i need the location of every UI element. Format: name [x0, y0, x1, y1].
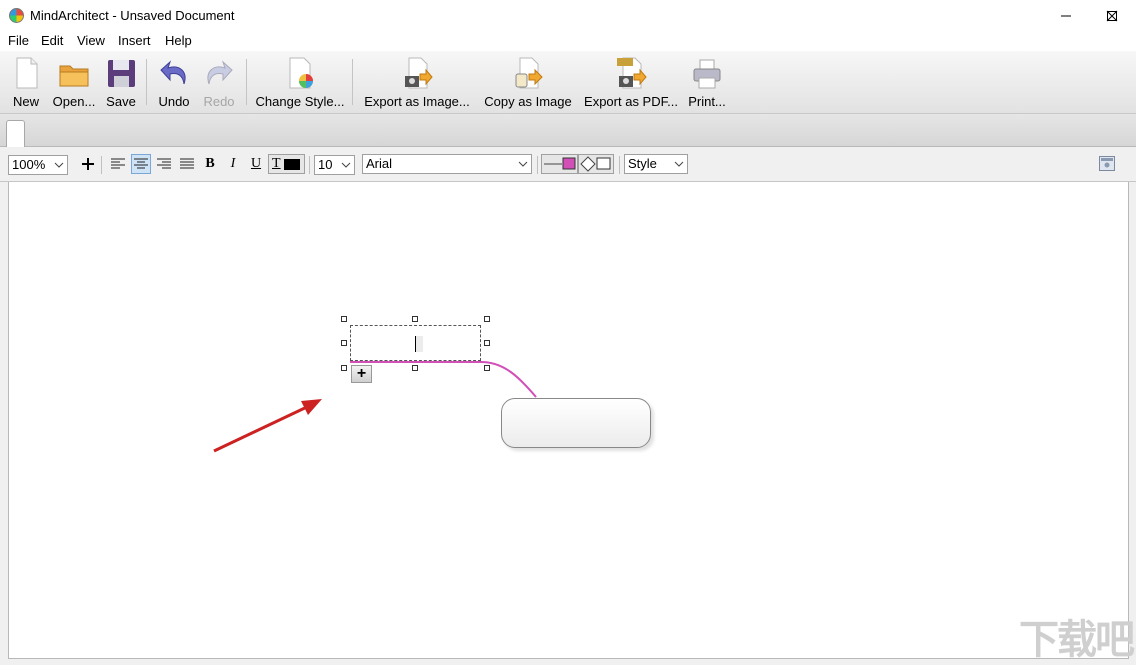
undo-arrow-icon: [158, 56, 190, 90]
chevron-down-icon: [341, 162, 351, 168]
printer-icon: [691, 56, 723, 90]
add-node-button[interactable]: [78, 154, 98, 174]
document-tab-strip: [0, 114, 1136, 147]
copy-image-button[interactable]: Copy as Image: [481, 51, 575, 113]
plus-icon: [82, 158, 94, 170]
save-button[interactable]: Save: [101, 51, 141, 113]
child-node[interactable]: [501, 398, 651, 448]
menu-bar: File Edit View Insert Help: [0, 31, 1136, 51]
toolbar-separator: [246, 59, 247, 105]
align-left-button[interactable]: [108, 154, 128, 174]
font-family-select[interactable]: Arial: [362, 154, 532, 174]
main-toolbar: New Open... Save Undo Redo Change Style.…: [0, 51, 1136, 114]
node-connector-line: [350, 361, 537, 398]
menu-file[interactable]: File: [8, 33, 29, 48]
change-style-button[interactable]: Change Style...: [254, 51, 346, 113]
copy-image-icon: [512, 56, 544, 90]
zoom-select[interactable]: 100%: [8, 155, 68, 175]
resize-handle[interactable]: [484, 365, 490, 371]
add-child-button[interactable]: +: [351, 365, 372, 383]
align-right-button[interactable]: [154, 154, 174, 174]
watermark: 下载吧: [1019, 618, 1135, 662]
minimize-icon: [1061, 15, 1071, 16]
resize-handle[interactable]: [341, 316, 347, 322]
bold-button[interactable]: B: [200, 154, 220, 174]
new-button[interactable]: New: [6, 51, 46, 113]
line-color-icon: [544, 157, 576, 170]
resize-handle[interactable]: [412, 316, 418, 322]
toolbar-separator: [352, 59, 353, 105]
menu-insert[interactable]: Insert: [118, 33, 151, 48]
chevron-down-icon: [674, 161, 684, 167]
toolbar-separator: [146, 59, 147, 105]
undo-button[interactable]: Undo: [153, 51, 195, 113]
align-center-button[interactable]: [131, 154, 151, 174]
format-separator: [537, 156, 538, 174]
new-document-icon: [10, 56, 42, 90]
format-separator: [309, 156, 310, 174]
chevron-down-icon: [518, 161, 528, 167]
export-image-button[interactable]: Export as Image...: [361, 51, 473, 113]
floppy-disk-icon: [105, 56, 137, 90]
text-cursor-area: [415, 336, 423, 352]
underline-button[interactable]: U: [246, 154, 266, 174]
style-select[interactable]: Style: [624, 154, 688, 174]
text-color-button[interactable]: T: [268, 154, 305, 174]
export-pdf-icon: [615, 56, 647, 90]
chevron-down-icon: [54, 162, 64, 168]
resize-handle[interactable]: [412, 365, 418, 371]
title-bar: MindArchitect - Unsaved Document: [0, 0, 1136, 31]
mindmap-canvas[interactable]: + 下载吧: [8, 182, 1135, 662]
text-cursor: [415, 336, 416, 352]
panel-toggle-button[interactable]: [1099, 156, 1115, 171]
align-left-icon: [111, 158, 125, 169]
resize-handle[interactable]: [484, 316, 490, 322]
justify-button[interactable]: [177, 154, 197, 174]
export-image-icon: [401, 56, 433, 90]
open-button[interactable]: Open...: [50, 51, 98, 113]
fill-color-button[interactable]: [578, 154, 614, 174]
annotation-arrow: [213, 399, 322, 453]
text-color-swatch: [283, 158, 300, 170]
menu-edit[interactable]: Edit: [41, 33, 63, 48]
panel-icon: [1101, 158, 1113, 168]
italic-button[interactable]: I: [223, 154, 243, 174]
menu-view[interactable]: View: [77, 33, 105, 48]
close-button[interactable]: [1089, 0, 1135, 31]
export-pdf-button[interactable]: Export as PDF...: [583, 51, 679, 113]
format-toolbar: 100% B I U T 10 Arial Style: [0, 147, 1136, 182]
print-button[interactable]: Print...: [685, 51, 729, 113]
minimize-button[interactable]: [1043, 0, 1089, 31]
app-logo-icon: [9, 8, 24, 23]
fill-color-icon: [580, 156, 611, 172]
align-center-icon: [134, 158, 148, 169]
folder-icon: [58, 56, 90, 90]
resize-handle[interactable]: [341, 340, 347, 346]
resize-handle[interactable]: [484, 340, 490, 346]
document-tab[interactable]: [6, 120, 25, 147]
justify-icon: [180, 158, 194, 169]
font-size-select[interactable]: 10: [314, 155, 355, 175]
format-separator: [619, 156, 620, 174]
menu-help[interactable]: Help: [165, 33, 192, 48]
line-color-button[interactable]: [541, 154, 578, 174]
format-separator: [101, 156, 102, 174]
redo-arrow-icon: [203, 56, 235, 90]
style-palette-icon: [284, 56, 316, 90]
align-right-icon: [157, 158, 171, 169]
redo-button[interactable]: Redo: [199, 51, 239, 113]
resize-handle[interactable]: [341, 365, 347, 371]
close-icon: [1106, 10, 1118, 21]
window-title: MindArchitect - Unsaved Document: [30, 8, 235, 23]
selected-node[interactable]: [350, 325, 481, 361]
